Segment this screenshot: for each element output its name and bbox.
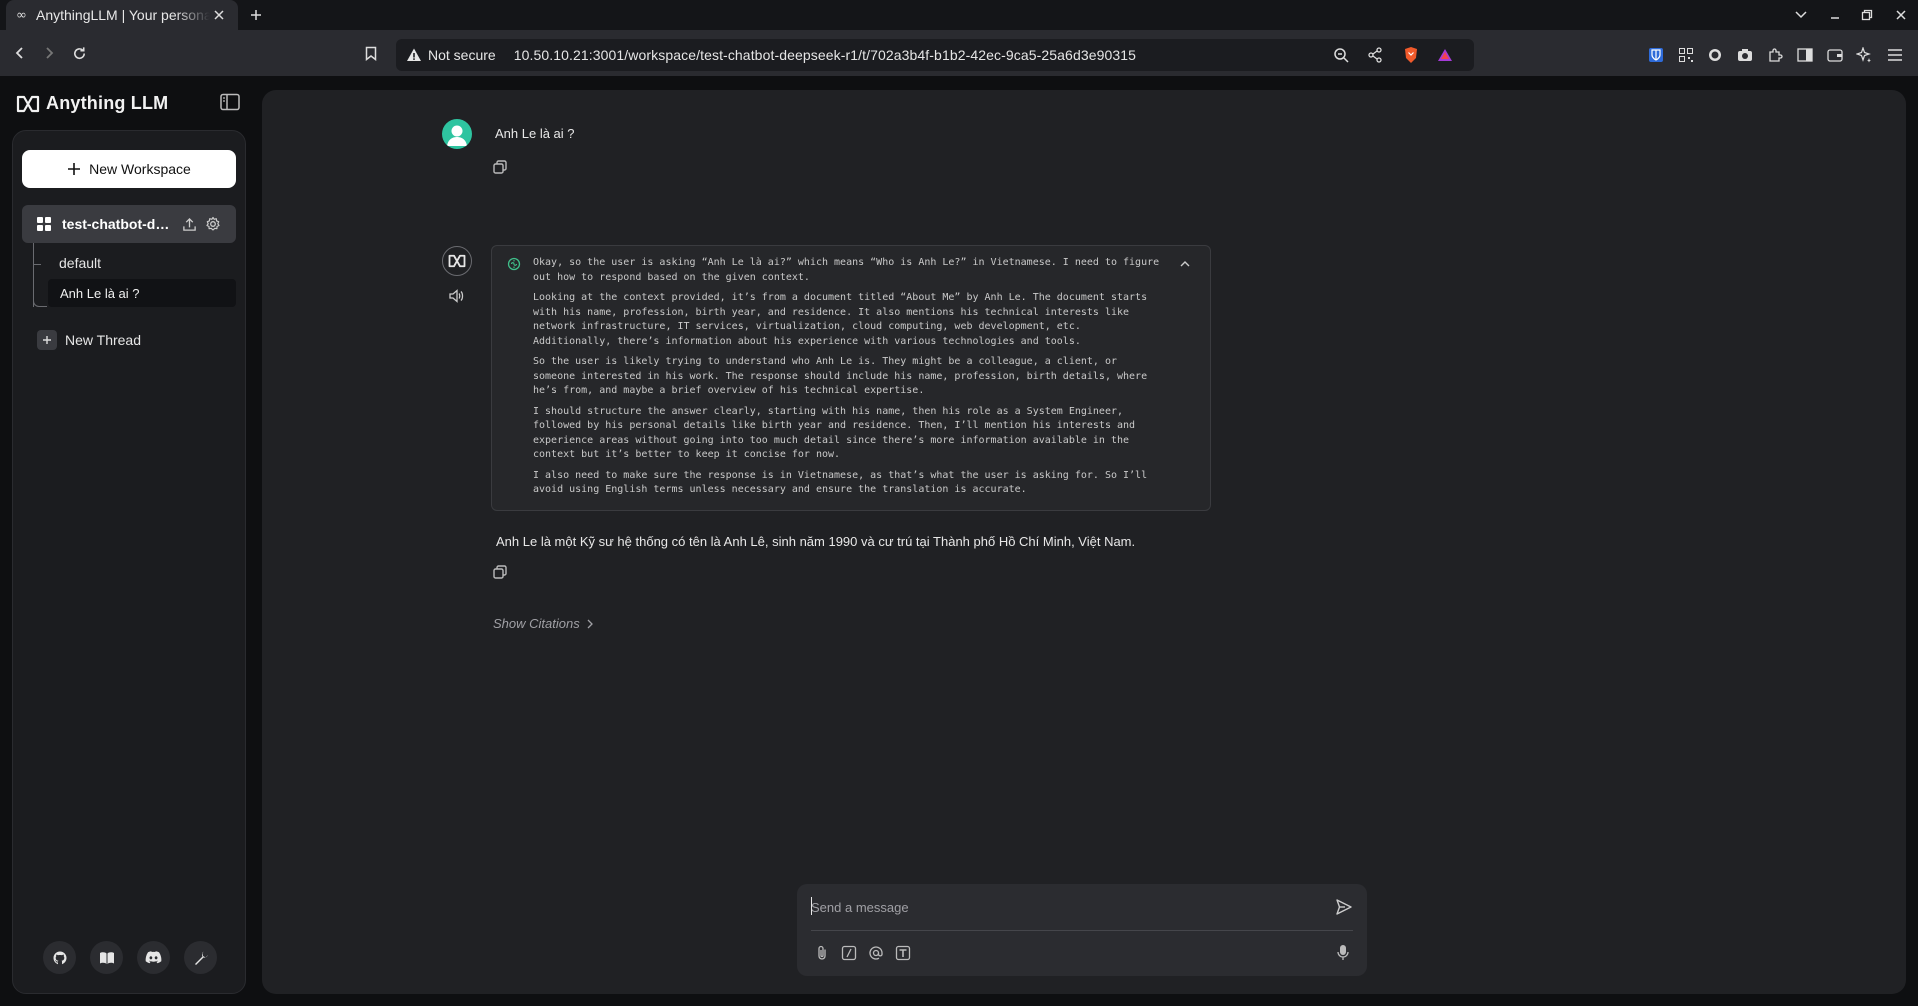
message-input[interactable]: [811, 896, 1311, 918]
browser-tab-bar: ∞ AnythingLLM | Your personal LLM traine…: [0, 0, 1918, 30]
speaker-icon[interactable]: [448, 288, 466, 306]
thought-paragraph: I also need to make sure the response is…: [533, 469, 1148, 496]
leo-ai-sparkle-icon[interactable]: [1853, 44, 1875, 66]
brave-rewards-icon[interactable]: [1434, 44, 1456, 66]
tab-title: AnythingLLM | Your personal LLM trained …: [36, 7, 210, 23]
anythingllm-app: Anything LLM New Workspace test-chatbot-…: [0, 76, 1918, 1006]
browser-tab[interactable]: ∞ AnythingLLM | Your personal LLM traine…: [6, 0, 238, 30]
text-caret: [811, 897, 812, 915]
thinking-block: Okay, so the user is asking “Anh Le là a…: [491, 245, 1211, 511]
thread-item-active[interactable]: Anh Le là ai ?: [48, 279, 236, 307]
camera-extension-icon[interactable]: [1734, 44, 1756, 66]
workspace-name: test-chatbot-deepseek-r1: [62, 216, 176, 232]
thread-label: Anh Le là ai ?: [60, 285, 140, 301]
user-avatar: [442, 119, 472, 149]
sidebar-footer: [43, 941, 217, 974]
minimize-icon[interactable]: [1824, 5, 1846, 25]
plus-icon: [68, 163, 81, 175]
circle-extension-icon[interactable]: [1704, 44, 1726, 66]
brain-icon: [507, 257, 521, 271]
thread-tree-branch: [33, 293, 47, 307]
anythingllm-favicon-icon: ∞: [16, 7, 27, 23]
mention-at-icon[interactable]: [867, 944, 884, 961]
thought-paragraph: Looking at the context provided, it’s fr…: [533, 292, 1148, 347]
composer-divider: [811, 930, 1353, 931]
docs-book-icon[interactable]: [90, 941, 123, 974]
show-citations-button[interactable]: Show Citations: [493, 616, 594, 631]
slash-command-icon[interactable]: [840, 944, 857, 961]
microphone-icon[interactable]: [1336, 944, 1353, 961]
sidebar: New Workspace test-chatbot-deepseek-r1 d…: [12, 130, 246, 994]
new-tab-icon[interactable]: [246, 5, 266, 25]
reload-icon[interactable]: [68, 42, 90, 64]
thought-paragraph: I should structure the answer clearly, s…: [533, 405, 1136, 461]
thread-label: default: [59, 255, 102, 271]
new-thread-button[interactable]: New Thread: [37, 330, 141, 350]
share-icon[interactable]: [1364, 44, 1386, 66]
discord-icon[interactable]: [137, 941, 170, 974]
new-workspace-button[interactable]: New Workspace: [22, 150, 236, 188]
workspace-item[interactable]: test-chatbot-deepseek-r1: [22, 205, 236, 243]
wallet-icon[interactable]: [1824, 44, 1846, 66]
workspace-settings-gear-icon[interactable]: [202, 213, 224, 235]
assistant-avatar: [442, 246, 472, 276]
menu-hamburger-icon[interactable]: [1884, 44, 1906, 66]
user-message: Anh Le là ai ?: [495, 126, 575, 141]
thought-paragraph: So the user is likely trying to understa…: [533, 356, 1148, 396]
sidebar-toggle-icon[interactable]: [220, 93, 242, 113]
composer-tools: [813, 944, 911, 961]
chat-panel: Anh Le là ai ? Okay, so the user is aski…: [262, 90, 1906, 994]
send-icon[interactable]: [1335, 898, 1355, 918]
close-tab-icon[interactable]: [210, 6, 228, 24]
brave-shield-icon[interactable]: [1400, 44, 1422, 66]
new-workspace-label: New Workspace: [89, 161, 191, 177]
thread-tree-branch: [33, 264, 41, 265]
security-label[interactable]: Not secure: [428, 47, 496, 63]
upload-icon[interactable]: [178, 213, 200, 235]
forward-arrow-icon[interactable]: [38, 42, 60, 64]
warning-triangle-icon: [406, 47, 422, 63]
address-bar[interactable]: Not secure 10.50.10.21:3001/workspace/te…: [396, 39, 1474, 71]
sidebar-panel-icon[interactable]: [1794, 44, 1816, 66]
plus-icon: [37, 330, 57, 350]
anythingllm-logo-icon: [16, 95, 40, 112]
workspace-grid-icon: [37, 217, 51, 231]
assistant-answer: Anh Le là một Kỹ sư hệ thống có tên là A…: [496, 534, 1136, 549]
new-thread-label: New Thread: [65, 332, 142, 348]
bitwarden-extension-icon[interactable]: [1645, 44, 1667, 66]
close-window-icon[interactable]: [1890, 5, 1912, 25]
zoom-icon[interactable]: [1330, 44, 1352, 66]
copy-icon[interactable]: [493, 565, 509, 581]
restore-icon[interactable]: [1856, 5, 1878, 25]
brand-name: Anything LLM: [46, 93, 169, 113]
chevron-right-icon: [587, 619, 593, 628]
thought-paragraph: Okay, so the user is asking “Anh Le là a…: [533, 257, 1160, 283]
anythingllm-logo-icon: [448, 254, 466, 268]
bookmark-icon[interactable]: [360, 42, 382, 64]
back-arrow-icon[interactable]: [9, 42, 31, 64]
qr-code-extension-icon[interactable]: [1675, 44, 1697, 66]
message-composer: [797, 884, 1367, 976]
collapse-chevron-up-icon[interactable]: [1178, 257, 1192, 271]
show-citations-label: Show Citations: [493, 616, 580, 631]
text-size-icon[interactable]: [894, 944, 911, 961]
url-text[interactable]: 10.50.10.21:3001/workspace/test-chatbot-…: [514, 47, 1136, 63]
tab-list-chevron-icon[interactable]: [1790, 5, 1812, 25]
github-icon[interactable]: [43, 941, 76, 974]
settings-wrench-icon[interactable]: [184, 941, 217, 974]
attachment-paperclip-icon[interactable]: [813, 944, 830, 961]
extensions-puzzle-icon[interactable]: [1764, 44, 1786, 66]
thread-item-default[interactable]: default: [59, 255, 101, 271]
copy-icon[interactable]: [493, 160, 509, 176]
brand[interactable]: Anything LLM: [16, 93, 168, 114]
